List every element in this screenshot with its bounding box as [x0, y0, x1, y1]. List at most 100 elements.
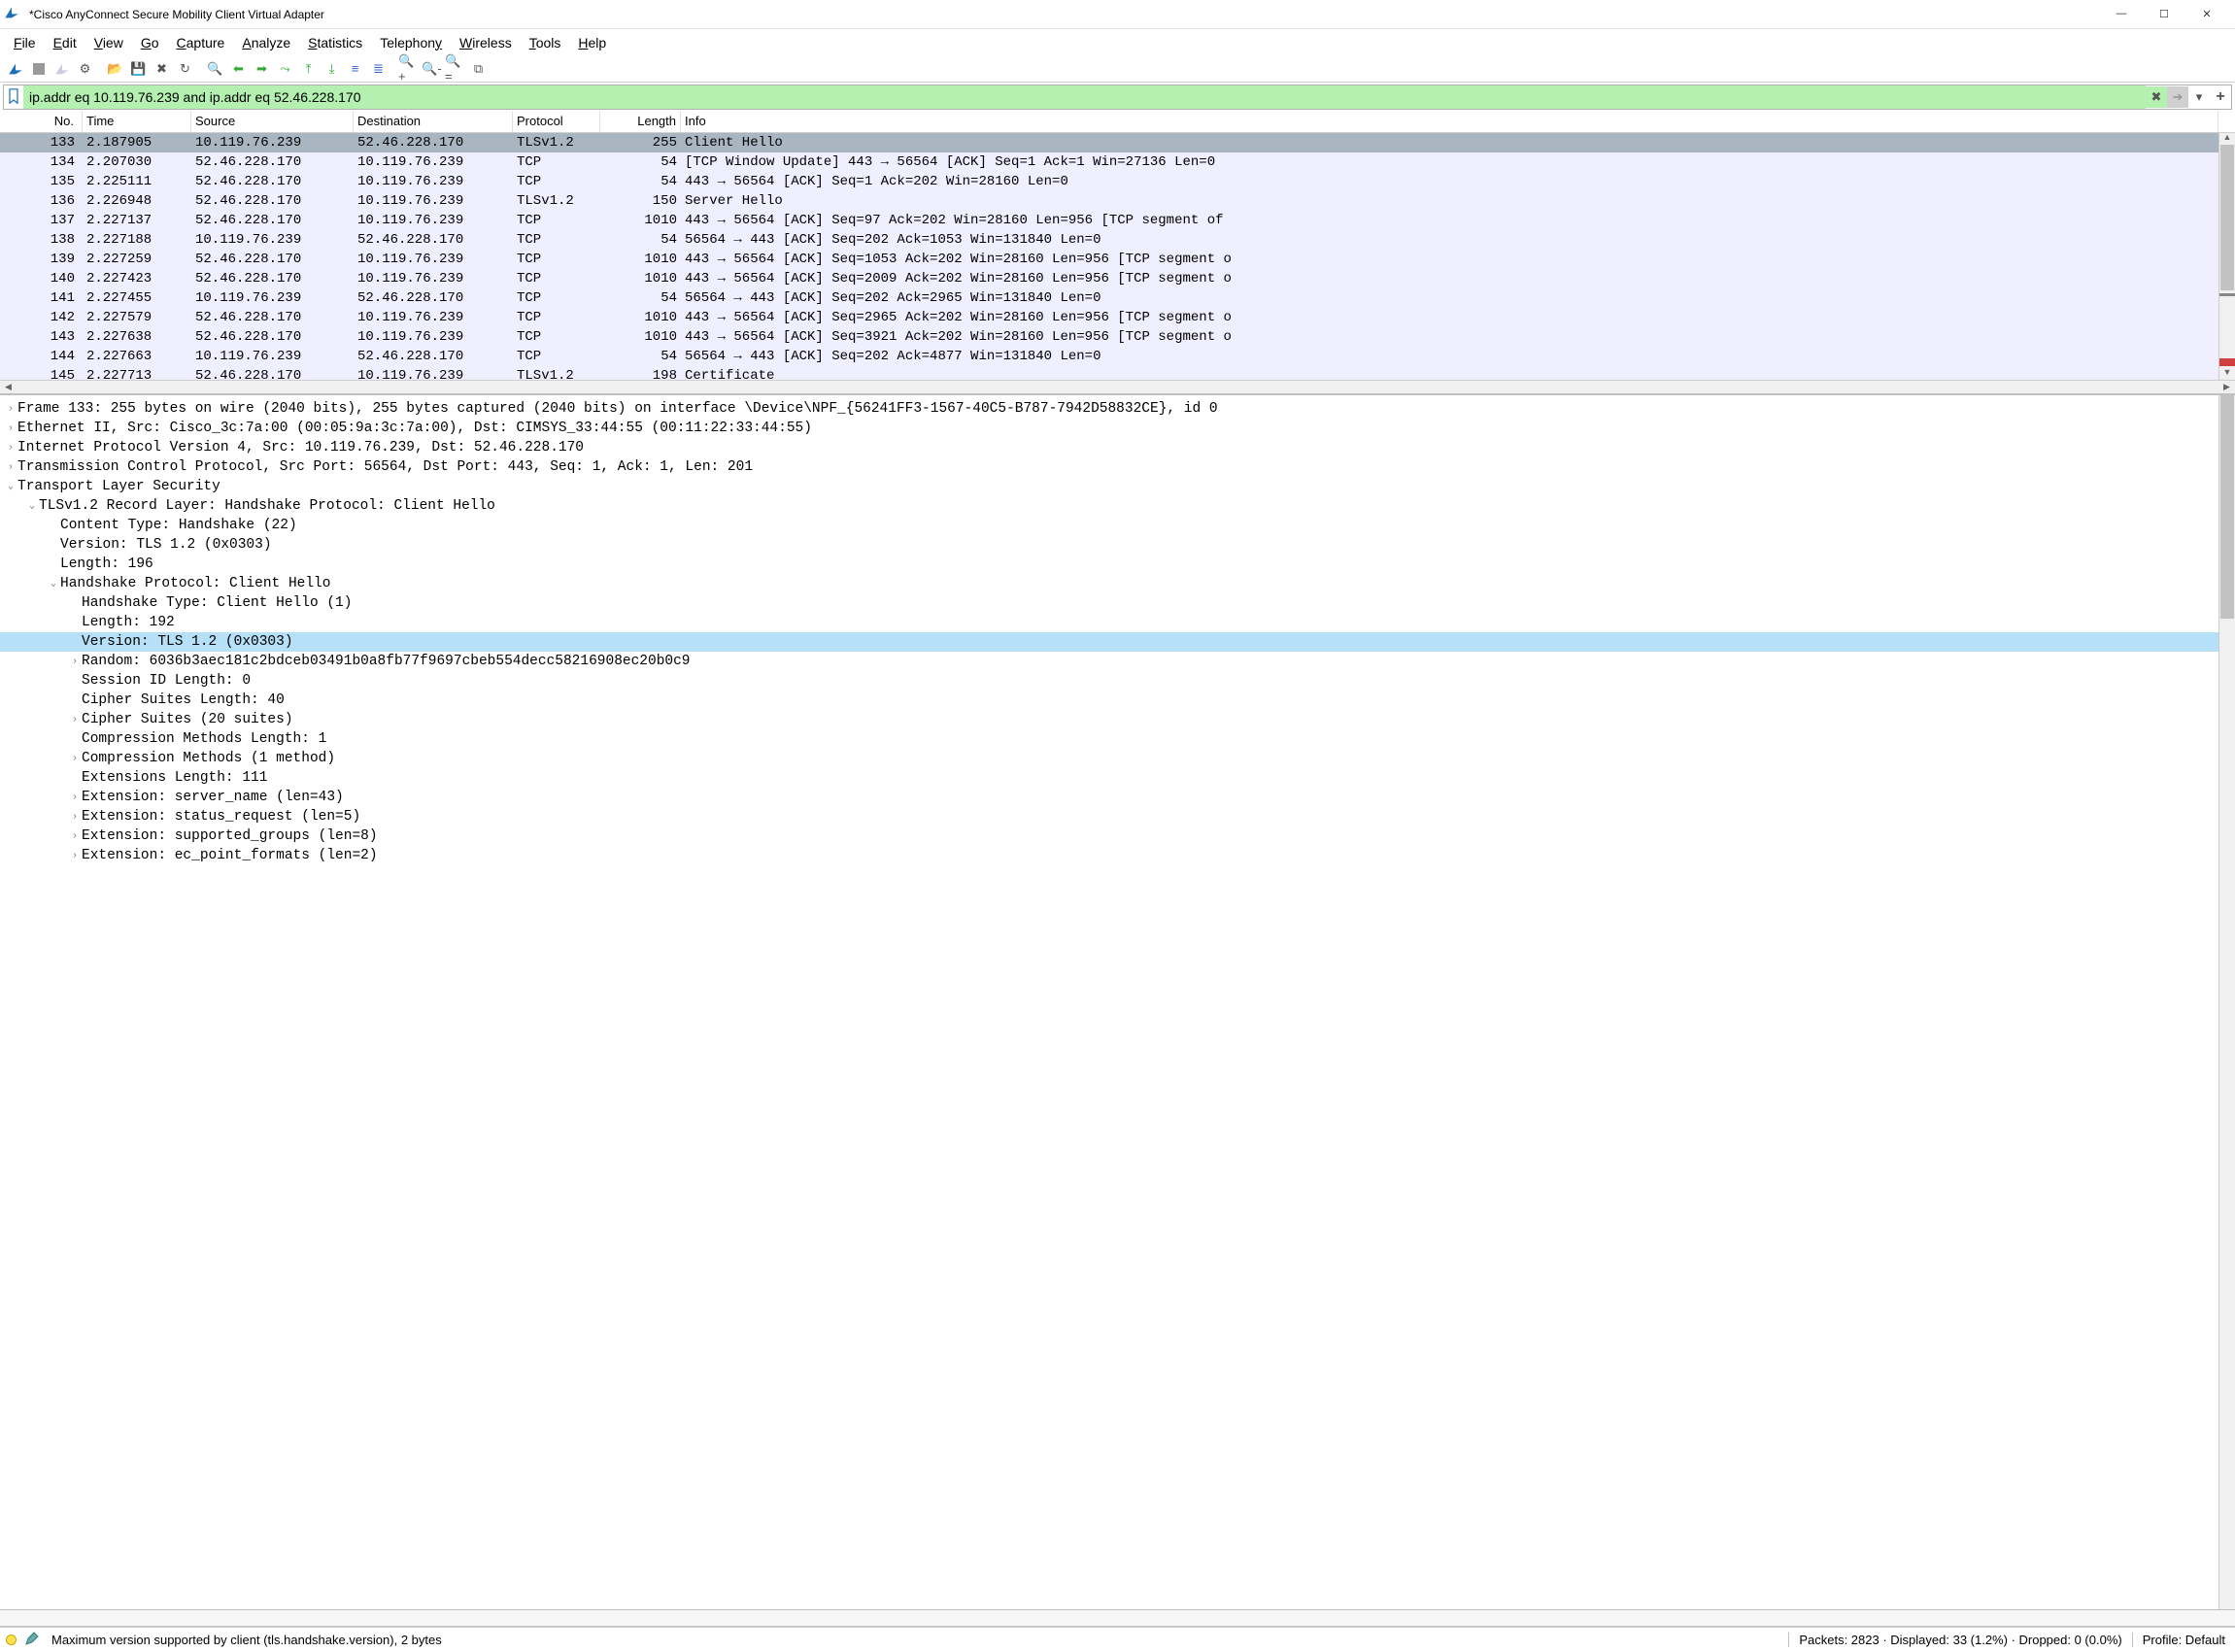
tree-caret-icon[interactable]: ›: [4, 404, 17, 415]
packet-row[interactable]: 1332.18790510.119.76.23952.46.228.170TLS…: [0, 133, 2235, 152]
packet-row[interactable]: 1372.22713752.46.228.17010.119.76.239TCP…: [0, 211, 2235, 230]
detail-tree-line[interactable]: ›Extension: ec_point_formats (len=2): [0, 846, 2235, 865]
start-capture-button[interactable]: [4, 57, 26, 80]
detail-tree-line[interactable]: ⌄TLSv1.2 Record Layer: Handshake Protoco…: [0, 496, 2235, 516]
col-header-length[interactable]: Length: [600, 112, 681, 132]
detail-tree-line[interactable]: Version: TLS 1.2 (0x0303): [0, 535, 2235, 555]
menu-wireless[interactable]: Wireless: [452, 33, 520, 52]
packet-row[interactable]: 1432.22763852.46.228.17010.119.76.239TCP…: [0, 327, 2235, 347]
packet-row[interactable]: 1422.22757952.46.228.17010.119.76.239TCP…: [0, 308, 2235, 327]
scrollbar-thumb[interactable]: [2220, 145, 2234, 290]
auto-scroll-button[interactable]: ≡: [344, 57, 366, 80]
menu-edit[interactable]: Edit: [46, 33, 85, 52]
close-button[interactable]: ✕: [2192, 8, 2221, 20]
open-file-button[interactable]: 📂: [104, 57, 126, 80]
menu-help[interactable]: Help: [570, 33, 614, 52]
detail-tree-line[interactable]: Session ID Length: 0: [0, 671, 2235, 691]
menu-analyze[interactable]: Analyze: [234, 33, 298, 52]
resize-columns-button[interactable]: ⧉: [467, 57, 490, 80]
bookmark-icon[interactable]: [4, 88, 23, 107]
details-scrollbar-thumb[interactable]: [2220, 395, 2234, 619]
stop-capture-button[interactable]: [27, 57, 50, 80]
detail-tree-line[interactable]: ›Cipher Suites (20 suites): [0, 710, 2235, 729]
detail-tree-line[interactable]: Version: TLS 1.2 (0x0303): [0, 632, 2235, 652]
scroll-up-icon[interactable]: ▲: [2219, 132, 2235, 146]
detail-tree-line[interactable]: ›Compression Methods (1 method): [0, 749, 2235, 768]
detail-tree-line[interactable]: ›Extension: status_request (len=5): [0, 807, 2235, 826]
packet-row[interactable]: 1452.22771352.46.228.17010.119.76.239TLS…: [0, 366, 2235, 380]
col-header-protocol[interactable]: Protocol: [513, 112, 600, 132]
jump-packet-button[interactable]: ⤳: [274, 57, 296, 80]
detail-tree-line[interactable]: Compression Methods Length: 1: [0, 729, 2235, 749]
menu-telephony[interactable]: Telephony: [372, 33, 450, 52]
go-last-button[interactable]: ⤓: [321, 57, 343, 80]
detail-tree-line[interactable]: ⌄Handshake Protocol: Client Hello: [0, 574, 2235, 593]
menu-go[interactable]: Go: [133, 33, 167, 52]
detail-tree-line[interactable]: Extensions Length: 111: [0, 768, 2235, 788]
packet-row[interactable]: 1412.22745510.119.76.23952.46.228.170TCP…: [0, 288, 2235, 308]
packet-row[interactable]: 1382.22718810.119.76.23952.46.228.170TCP…: [0, 230, 2235, 250]
col-header-source[interactable]: Source: [191, 112, 354, 132]
packet-row[interactable]: 1342.20703052.46.228.17010.119.76.239TCP…: [0, 152, 2235, 172]
detail-tree-line[interactable]: ›Frame 133: 255 bytes on wire (2040 bits…: [0, 399, 2235, 419]
details-vscrollbar[interactable]: [2218, 395, 2235, 1609]
tree-caret-icon[interactable]: ⌄: [25, 500, 39, 512]
restart-capture-button[interactable]: [51, 57, 73, 80]
minimize-button[interactable]: —: [2107, 8, 2136, 20]
col-header-destination[interactable]: Destination: [354, 112, 513, 132]
packet-row[interactable]: 1352.22511152.46.228.17010.119.76.239TCP…: [0, 172, 2235, 191]
detail-tree-line[interactable]: Content Type: Handshake (22): [0, 516, 2235, 535]
menu-capture[interactable]: Capture: [169, 33, 233, 52]
tree-caret-icon[interactable]: ›: [68, 715, 82, 725]
detail-tree-line[interactable]: ›Random: 6036b3aec181c2bdceb03491b0a8fb7…: [0, 652, 2235, 671]
tree-caret-icon[interactable]: ›: [4, 423, 17, 434]
detail-tree-line[interactable]: Length: 196: [0, 555, 2235, 574]
status-profile[interactable]: Profile: Default: [2132, 1633, 2235, 1647]
close-file-button[interactable]: ✖: [151, 57, 173, 80]
tree-caret-icon[interactable]: ›: [4, 443, 17, 454]
scroll-right-icon[interactable]: ▶: [2218, 382, 2235, 392]
reload-button[interactable]: ↻: [174, 57, 196, 80]
filter-dropdown-button[interactable]: ▾: [2188, 86, 2210, 108]
col-header-time[interactable]: Time: [83, 112, 191, 132]
edit-display-filter-icon[interactable]: [24, 1631, 40, 1649]
detail-tree-line[interactable]: ›Extension: server_name (len=43): [0, 788, 2235, 807]
detail-tree-line[interactable]: ›Ethernet II, Src: Cisco_3c:7a:00 (00:05…: [0, 419, 2235, 438]
detail-tree-line[interactable]: ›Extension: supported_groups (len=8): [0, 826, 2235, 846]
bytes-pane-collapsed[interactable]: [0, 1609, 2235, 1627]
packet-row[interactable]: 1362.22694852.46.228.17010.119.76.239TLS…: [0, 191, 2235, 211]
scroll-down-icon[interactable]: ▼: [2219, 367, 2235, 381]
packet-vscrollbar[interactable]: ▲ ▼: [2218, 133, 2235, 380]
detail-tree-line[interactable]: ›Internet Protocol Version 4, Src: 10.11…: [0, 438, 2235, 457]
packet-row[interactable]: 1402.22742352.46.228.17010.119.76.239TCP…: [0, 269, 2235, 288]
zoom-out-button[interactable]: 🔍-: [421, 57, 443, 80]
tree-caret-icon[interactable]: ⌄: [47, 578, 60, 590]
colorize-button[interactable]: ≣: [367, 57, 389, 80]
detail-tree-line[interactable]: ›Transmission Control Protocol, Src Port…: [0, 457, 2235, 477]
packet-details-pane[interactable]: ›Frame 133: 255 bytes on wire (2040 bits…: [0, 395, 2235, 1609]
apply-filter-button[interactable]: ➔: [2167, 86, 2188, 108]
go-first-button[interactable]: ⤒: [297, 57, 320, 80]
tree-caret-icon[interactable]: ›: [4, 462, 17, 473]
tree-caret-icon[interactable]: ›: [68, 851, 82, 861]
maximize-button[interactable]: ☐: [2150, 8, 2179, 20]
packet-row[interactable]: 1392.22725952.46.228.17010.119.76.239TCP…: [0, 250, 2235, 269]
menu-file[interactable]: File: [6, 33, 44, 52]
go-forward-button[interactable]: ➡: [251, 57, 273, 80]
menu-tools[interactable]: Tools: [522, 33, 569, 52]
menu-statistics[interactable]: Statistics: [300, 33, 370, 52]
detail-tree-line[interactable]: Length: 192: [0, 613, 2235, 632]
detail-tree-line[interactable]: ⌄Transport Layer Security: [0, 477, 2235, 496]
tree-caret-icon[interactable]: ⌄: [4, 481, 17, 492]
zoom-reset-button[interactable]: 🔍=: [444, 57, 466, 80]
tree-caret-icon[interactable]: ›: [68, 831, 82, 842]
detail-tree-line[interactable]: Cipher Suites Length: 40: [0, 691, 2235, 710]
save-file-button[interactable]: 💾: [127, 57, 150, 80]
find-packet-button[interactable]: 🔍: [204, 57, 226, 80]
menu-view[interactable]: View: [86, 33, 131, 52]
display-filter-input[interactable]: [23, 85, 2146, 109]
zoom-in-button[interactable]: 🔍+: [397, 57, 420, 80]
tree-caret-icon[interactable]: ›: [68, 812, 82, 823]
clear-filter-button[interactable]: ✖: [2146, 86, 2167, 108]
col-header-no[interactable]: No.: [0, 112, 83, 132]
